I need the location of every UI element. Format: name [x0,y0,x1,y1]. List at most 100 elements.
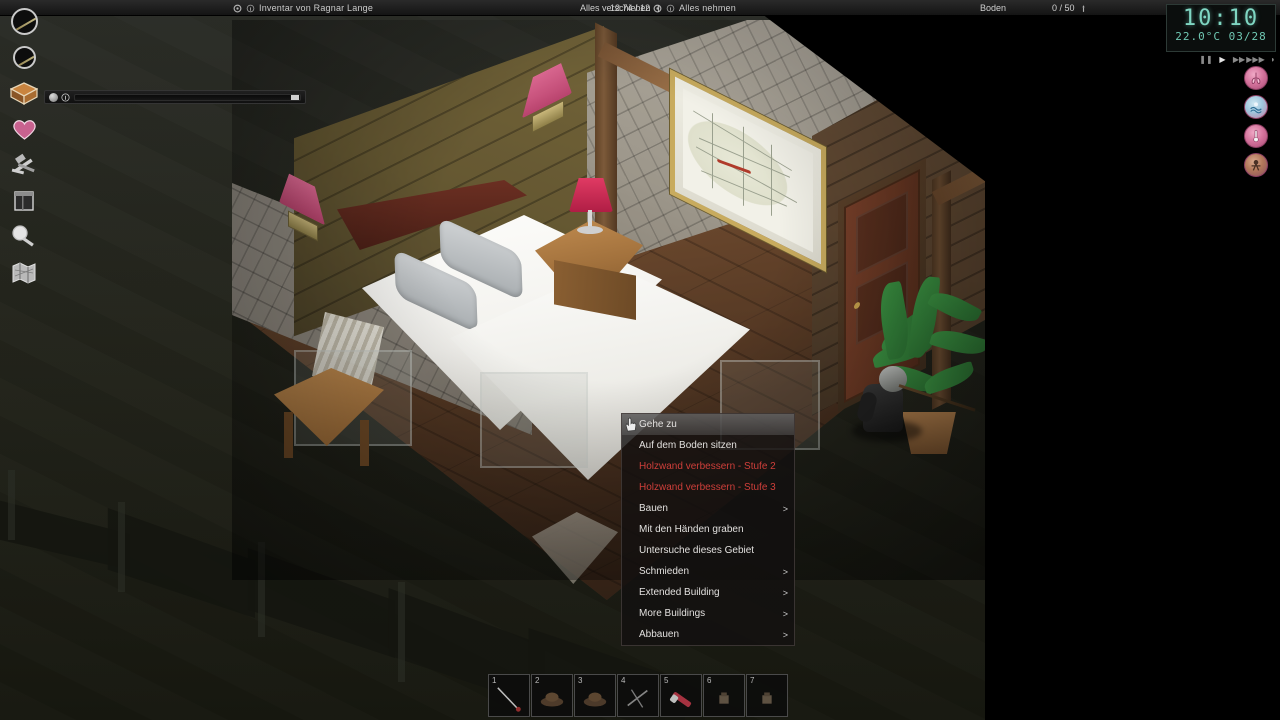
context-menu-item-schmieden[interactable]: Schmieden > [622,561,794,582]
thermometer-glyph-icon [1253,129,1259,143]
bench-leg [284,412,293,458]
red-tool-item-icon [670,692,692,707]
play-button[interactable]: ▶ [1217,54,1229,65]
hotbar[interactable]: 1 2 3 4 5 6 7 [488,674,788,717]
map-circle-icon [12,45,36,69]
context-menu-item-bauen[interactable]: Bauen > [622,498,794,519]
inventory-capacity-bar[interactable] [44,90,306,104]
info-icon[interactable] [246,4,255,13]
bed-frame-rail [480,372,588,468]
crowbar-item-icon [627,689,648,708]
context-menu-item-abbauen[interactable]: Abbauen > [622,624,794,645]
hotbar-slot-number: 7 [750,676,755,685]
hotbar-slot-number: 3 [578,676,583,685]
floor-capacity: 0 / 50 [1052,3,1075,13]
fence-post [118,502,125,592]
hat-item-icon [540,692,564,707]
small-item-icon [719,692,729,704]
context-menu-item-label: Holzwand verbessern - Stufe 2 [639,461,776,472]
sidebar-item-inventory[interactable] [8,78,40,108]
lungs-glyph-icon [1251,72,1261,84]
inventory-window-title: Inventar von Ragnar Lange [259,3,374,13]
hotbar-slot-number: 5 [664,676,669,685]
pause-button[interactable]: ❚❚ [1199,54,1212,65]
spear-item-icon [497,687,521,712]
date-value: 03/28 [1228,30,1267,43]
game-speed-controls[interactable]: ❚❚ ▶ ▶▶ ▶▶▶ ◑ [1199,53,1278,66]
inventory-scroll-thumb[interactable] [291,94,299,100]
hotbar-slot-7[interactable]: 7 [746,674,788,717]
info-icon[interactable] [666,4,675,13]
health-heart-icon [12,119,36,140]
context-menu-item-label: More Buildings [639,608,706,619]
moodle-panel [1244,66,1272,177]
game-screen: Inventar von Ragnar Lange Alles verschie… [0,0,1280,720]
hotbar-slot-number: 2 [535,676,540,685]
gear-icon[interactable] [653,4,662,13]
cold-wet-glyph-icon [1250,102,1262,114]
moodle-breathing-icon[interactable] [1244,66,1268,90]
context-menu-item-gehe-zu[interactable]: Gehe zu [622,414,794,435]
moodle-temperature-icon[interactable] [1244,124,1268,148]
moodle-tired-icon[interactable] [1244,153,1268,177]
sidebar-item-health[interactable] [8,114,40,144]
context-menu-item-mit-den-haenden-graben[interactable]: Mit den Händen graben [622,519,794,540]
context-menu-item-label: Auf dem Boden sitzen [639,440,737,451]
hotbar-slot-4[interactable]: 4 [617,674,659,717]
small-item-icon [762,692,772,704]
context-menu-item-holzwand-stufe-2[interactable]: Holzwand verbessern - Stufe 2 [622,456,794,477]
context-menu-item-auf-dem-boden-sitzen[interactable]: Auf dem Boden sitzen [622,435,794,456]
hotbar-slot-number: 4 [621,676,626,685]
inventory-crate-icon [10,82,38,105]
gear-icon[interactable] [233,4,242,13]
gear-icon[interactable] [49,92,58,102]
submenu-arrow-icon: > [782,608,788,619]
hotbar-slot-6[interactable]: 6 [703,674,745,717]
player-character[interactable] [855,362,976,434]
context-menu[interactable]: Gehe zu Auf dem Boden sitzen Holzwand ve… [621,413,795,646]
inventory-capacity: 12.74 / 12 [610,3,651,13]
context-menu-item-extended-building[interactable]: Extended Building > [622,582,794,603]
hotbar-slot-3[interactable]: 3 [574,674,616,717]
tired-glyph-icon [1251,160,1261,171]
sidebar-item-crafting[interactable] [8,150,40,180]
submenu-arrow-icon: > [782,503,788,514]
moodle-cold-icon[interactable] [1244,95,1268,119]
sidebar-item-search[interactable] [8,222,40,252]
context-menu-item-label: Abbauen [639,629,680,640]
context-menu-item-label: Bauen [639,503,668,514]
hotbar-slot-1[interactable]: 1 [488,674,530,717]
hotbar-slot-number: 6 [707,676,712,685]
sidebar-item-minimap[interactable] [8,6,40,36]
context-menu-item-holzwand-stufe-3[interactable]: Holzwand verbessern - Stufe 3 [622,477,794,498]
context-menu-item-more-buildings[interactable]: More Buildings > [622,603,794,624]
floor-window-title: Boden [980,3,1007,13]
hotbar-slot-2[interactable]: 2 [531,674,573,717]
submenu-arrow-icon: > [782,566,788,577]
table-lamp-base [577,226,603,234]
clock-time: 10:10 [1182,6,1260,31]
hand-cursor-icon [625,417,637,432]
sidebar-item-world-map[interactable] [8,258,40,288]
context-menu-item-label: Schmieden [639,566,690,577]
hotbar-slot-number: 1 [492,676,497,685]
fast-forward-2x-button[interactable]: ▶▶ [1233,54,1245,65]
context-menu-item-label: Untersuche dieses Gebiet [639,545,755,556]
minimap-toggle-icon [10,7,38,35]
take-all-button[interactable]: Alles nehmen [679,3,736,13]
sidebar-item-map[interactable] [8,42,40,72]
clock-temperature-date: 22.0°C 03/28 [1167,30,1275,43]
context-menu-item-untersuche-dieses-gebiet[interactable]: Untersuche dieses Gebiet [622,540,794,561]
inventory-scroll-track[interactable] [74,93,301,101]
clock-reset-button[interactable]: ◑ [1266,54,1278,65]
context-menu-item-label: Holzwand verbessern - Stufe 3 [639,482,776,493]
submenu-arrow-icon: > [782,587,788,598]
fence-post [8,470,15,540]
clock-hud[interactable]: 10:10 22.0°C 03/28 [1166,4,1276,52]
context-menu-item-label: Extended Building [639,587,720,598]
fast-forward-3x-button[interactable]: ▶▶▶ [1246,54,1264,65]
sidebar-item-journal[interactable] [8,186,40,216]
info-icon[interactable] [61,92,70,102]
hotbar-slot-5[interactable]: 5 [660,674,702,717]
search-magnifier-icon [12,225,34,247]
